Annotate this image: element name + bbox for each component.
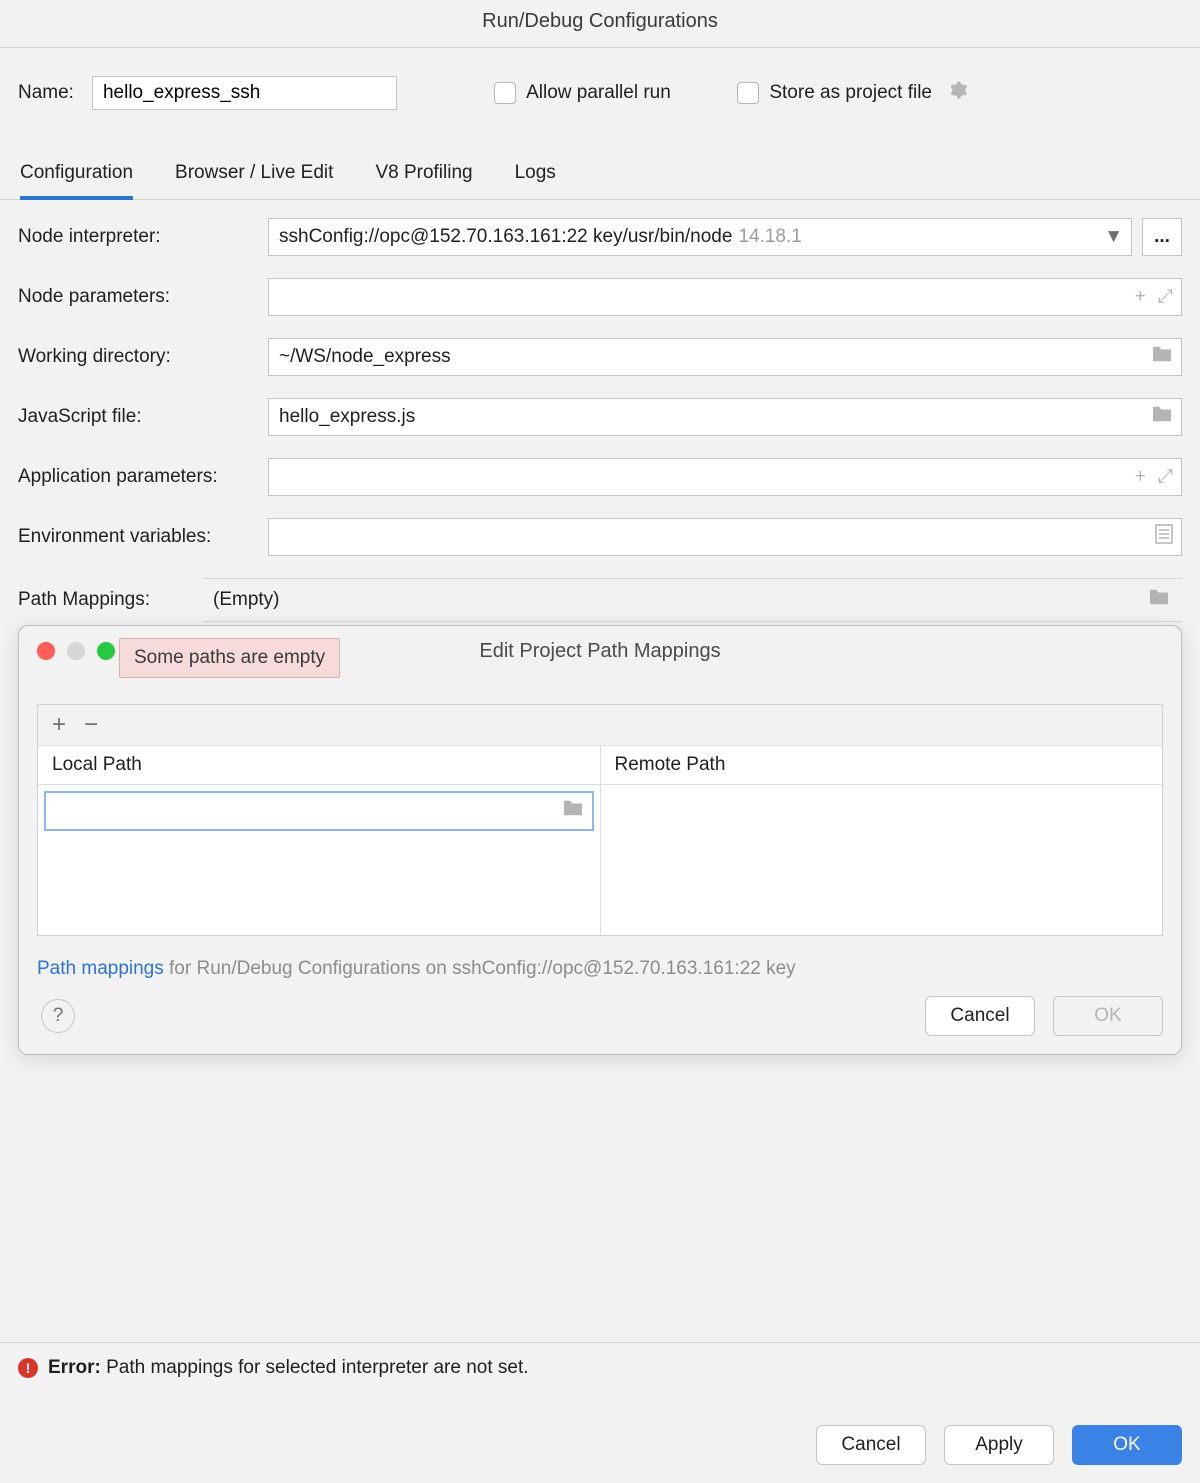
dialog-cancel-button[interactable]: Cancel bbox=[925, 996, 1035, 1036]
allow-parallel-label: Allow parallel run bbox=[526, 82, 671, 104]
dialog-ok-button[interactable]: OK bbox=[1053, 996, 1163, 1036]
interpreter-dropdown[interactable]: sshConfig://opc@152.70.163.161:22 key/us… bbox=[268, 218, 1132, 256]
tab-logs[interactable]: Logs bbox=[515, 162, 556, 199]
app-input[interactable]: + ⤢ bbox=[268, 458, 1182, 496]
wd-label: Working directory: bbox=[18, 346, 268, 368]
zoom-icon[interactable] bbox=[97, 642, 115, 660]
add-button[interactable]: + bbox=[52, 713, 66, 737]
folder-icon[interactable] bbox=[1151, 405, 1173, 429]
tab-browser[interactable]: Browser / Live Edit bbox=[175, 162, 333, 199]
allow-parallel-checkbox[interactable] bbox=[494, 82, 516, 104]
local-path-header: Local Path bbox=[38, 746, 601, 784]
gear-icon[interactable] bbox=[948, 80, 968, 106]
path-mappings-link[interactable]: Path mappings bbox=[37, 958, 164, 979]
pm-field[interactable]: (Empty) bbox=[203, 578, 1182, 622]
window-title: Run/Debug Configurations bbox=[0, 0, 1200, 48]
interpreter-value: sshConfig://opc@152.70.163.161:22 key/us… bbox=[279, 226, 732, 248]
wd-input[interactable]: ~/WS/node_express bbox=[268, 338, 1182, 376]
env-input[interactable] bbox=[268, 518, 1182, 556]
store-project-label: Store as project file bbox=[769, 82, 932, 104]
env-label: Environment variables: bbox=[18, 526, 268, 548]
tab-configuration[interactable]: Configuration bbox=[20, 162, 133, 200]
list-icon[interactable] bbox=[1155, 524, 1173, 550]
minimize-icon[interactable] bbox=[67, 642, 85, 660]
app-label: Application parameters: bbox=[18, 466, 268, 488]
interpreter-browse-button[interactable]: ... bbox=[1142, 218, 1182, 256]
local-path-input-wrap[interactable] bbox=[44, 791, 594, 831]
name-input[interactable] bbox=[92, 76, 397, 110]
plus-icon[interactable]: + bbox=[1135, 286, 1146, 308]
pm-label: Path Mappings: bbox=[18, 589, 203, 611]
tabs: Configuration Browser / Live Edit V8 Pro… bbox=[0, 110, 1200, 200]
error-icon: ! bbox=[18, 1358, 38, 1378]
interpreter-version: 14.18.1 bbox=[738, 226, 801, 248]
validation-tooltip: Some paths are empty bbox=[119, 638, 340, 678]
store-project-checkbox[interactable] bbox=[737, 82, 759, 104]
cancel-button[interactable]: Cancel bbox=[816, 1425, 926, 1465]
expand-icon[interactable]: ⤢ bbox=[1158, 286, 1173, 308]
path-mappings-dialog: Edit Project Path Mappings Some paths ar… bbox=[18, 625, 1182, 1055]
dialog-footer-text: Path mappings for Run/Debug Configuratio… bbox=[19, 954, 1181, 990]
interpreter-label: Node interpreter: bbox=[18, 226, 268, 248]
local-path-input[interactable] bbox=[54, 800, 562, 822]
chevron-down-icon: ▼ bbox=[1104, 226, 1123, 248]
ok-button[interactable]: OK bbox=[1072, 1425, 1182, 1465]
plus-icon[interactable]: + bbox=[1135, 466, 1146, 488]
folder-icon[interactable] bbox=[562, 799, 584, 823]
js-input[interactable]: hello_express.js bbox=[268, 398, 1182, 436]
js-label: JavaScript file: bbox=[18, 406, 268, 428]
expand-icon[interactable]: ⤢ bbox=[1158, 466, 1173, 488]
help-button[interactable]: ? bbox=[41, 999, 75, 1033]
error-prefix: Error: bbox=[48, 1357, 101, 1378]
apply-button[interactable]: Apply bbox=[944, 1425, 1054, 1465]
error-bar: ! Error: Path mappings for selected inte… bbox=[0, 1342, 1200, 1393]
params-input[interactable]: + ⤢ bbox=[268, 278, 1182, 316]
close-icon[interactable] bbox=[37, 642, 55, 660]
tab-v8[interactable]: V8 Profiling bbox=[375, 162, 472, 199]
remote-path-cell[interactable] bbox=[601, 785, 1163, 935]
name-label: Name: bbox=[18, 82, 74, 104]
remote-path-header: Remote Path bbox=[601, 746, 1163, 784]
remove-button[interactable]: − bbox=[84, 713, 98, 737]
folder-icon[interactable] bbox=[1148, 588, 1170, 612]
params-label: Node parameters: bbox=[18, 286, 268, 308]
folder-icon[interactable] bbox=[1151, 345, 1173, 369]
error-message: Path mappings for selected interpreter a… bbox=[101, 1357, 529, 1378]
